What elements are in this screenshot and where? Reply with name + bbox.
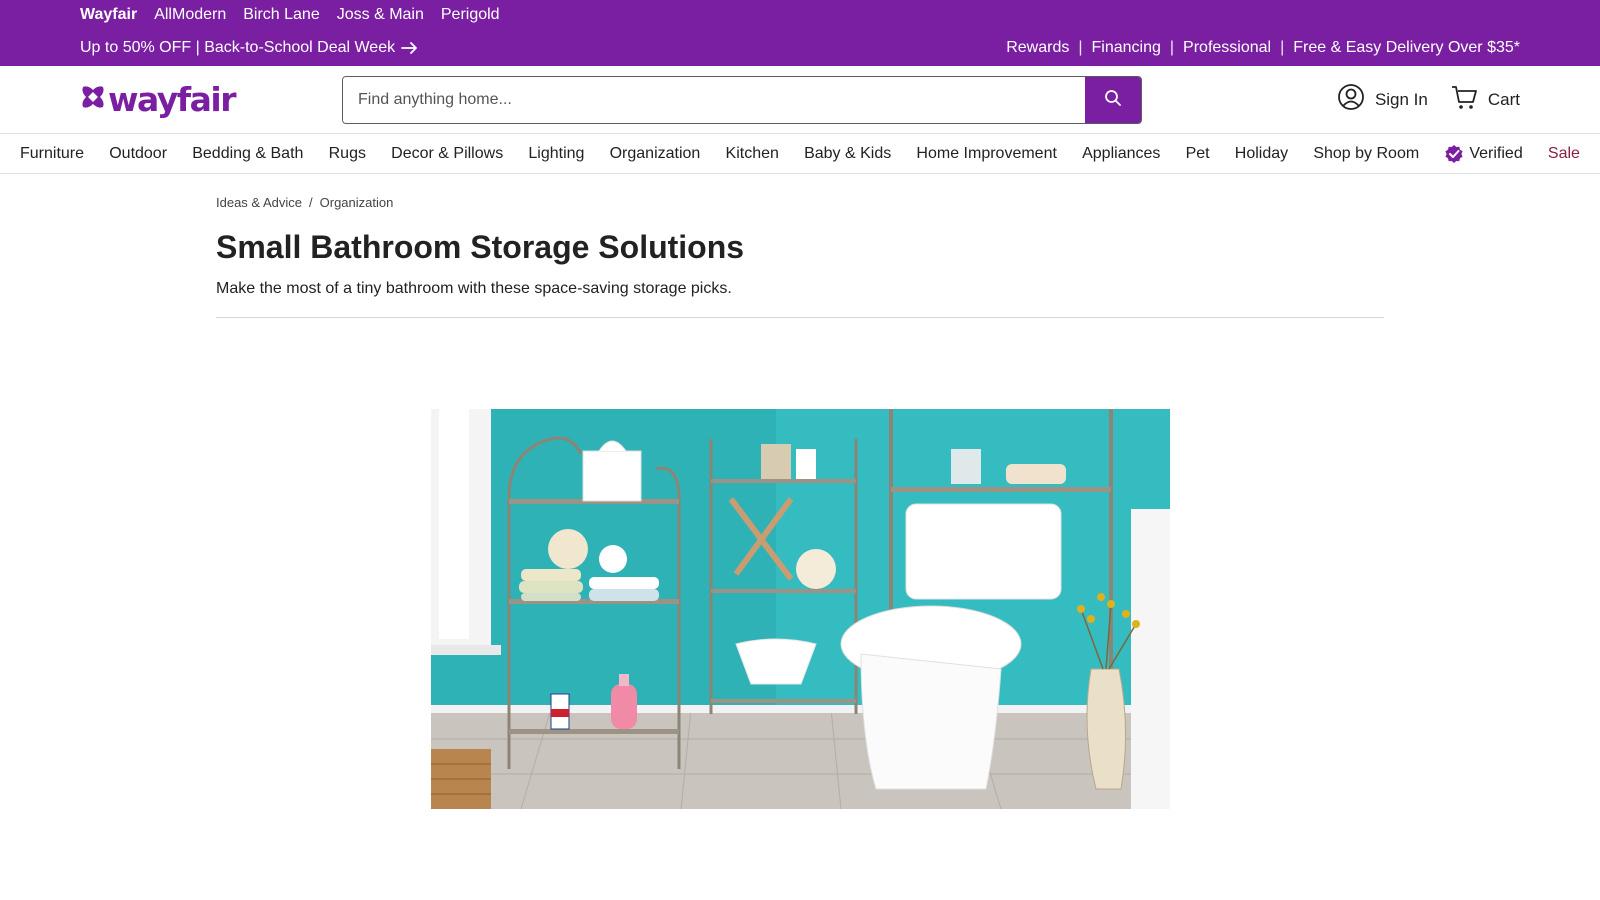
breadcrumb-separator: / — [309, 195, 313, 210]
utility-separator: | — [1078, 39, 1083, 56]
verified-badge-icon — [1444, 144, 1464, 164]
search-button[interactable] — [1085, 77, 1141, 123]
category-organization[interactable]: Organization — [610, 145, 701, 163]
hero-image — [431, 409, 1170, 809]
cart-button[interactable]: Cart — [1450, 83, 1520, 116]
page-subtitle: Make the most of a tiny bathroom with th… — [216, 280, 732, 297]
utility-links: Rewards | Financing | Professional | Fre… — [1006, 39, 1520, 57]
category-furniture[interactable]: Furniture — [20, 145, 84, 163]
category-verified-label: Verified — [1469, 145, 1523, 162]
category-rugs[interactable]: Rugs — [329, 145, 366, 163]
cart-icon — [1450, 83, 1478, 116]
title-divider — [216, 317, 1384, 318]
category-lighting[interactable]: Lighting — [528, 145, 584, 163]
brand-switcher: Wayfair AllModern Birch Lane Joss & Main… — [80, 6, 500, 24]
category-bedding-bath[interactable]: Bedding & Bath — [192, 145, 303, 163]
category-baby-kids[interactable]: Baby & Kids — [804, 145, 891, 163]
category-nav: Furniture Outdoor Bedding & Bath Rugs De… — [0, 135, 1600, 174]
category-appliances[interactable]: Appliances — [1082, 145, 1160, 163]
brand-link-birch-lane[interactable]: Birch Lane — [243, 6, 320, 24]
utility-separator: | — [1169, 39, 1175, 56]
category-pet[interactable]: Pet — [1186, 145, 1210, 163]
breadcrumb-ideas-advice[interactable]: Ideas & Advice — [216, 195, 302, 210]
category-decor-pillows[interactable]: Decor & Pillows — [391, 145, 503, 163]
category-home-improvement[interactable]: Home Improvement — [916, 145, 1057, 163]
brand-link-allmodern[interactable]: AllModern — [154, 6, 226, 24]
wayfair-logo-icon — [80, 84, 106, 115]
brand-link-joss-main[interactable]: Joss & Main — [337, 6, 424, 24]
top-bar: Wayfair AllModern Birch Lane Joss & Main… — [0, 0, 1600, 66]
promo-link[interactable]: Up to 50% OFF | Back-to-School Deal Week — [80, 39, 419, 57]
user-icon — [1337, 83, 1365, 116]
rewards-link[interactable]: Rewards — [1006, 39, 1069, 57]
breadcrumb-organization[interactable]: Organization — [320, 195, 394, 210]
breadcrumb: Ideas & Advice / Organization — [216, 195, 393, 210]
free-delivery-link[interactable]: Free & Easy Delivery Over $35* — [1293, 39, 1520, 57]
utility-separator: | — [1280, 39, 1285, 56]
category-holiday[interactable]: Holiday — [1235, 145, 1288, 163]
site-header: wayfair Sign In Cart — [0, 66, 1600, 134]
search-input[interactable] — [343, 77, 1085, 123]
wayfair-logo[interactable]: wayfair — [80, 80, 236, 119]
category-kitchen[interactable]: Kitchen — [726, 145, 779, 163]
arrow-right-icon — [401, 41, 419, 55]
financing-link[interactable]: Financing — [1092, 39, 1161, 57]
category-outdoor[interactable]: Outdoor — [109, 145, 167, 163]
category-sale[interactable]: Sale — [1548, 145, 1580, 163]
brand-link-wayfair[interactable]: Wayfair — [80, 6, 137, 24]
sign-in-button[interactable]: Sign In — [1337, 83, 1428, 116]
promo-text: Up to 50% OFF | Back-to-School Deal Week — [80, 39, 396, 56]
brand-link-perigold[interactable]: Perigold — [441, 6, 500, 24]
professional-link[interactable]: Professional — [1183, 39, 1271, 57]
account-area: Sign In Cart — [1337, 83, 1520, 116]
category-verified[interactable]: Verified — [1444, 144, 1523, 164]
search-icon — [1104, 89, 1122, 112]
cart-label: Cart — [1487, 89, 1520, 109]
search-bar — [342, 76, 1142, 124]
logo-wordmark: wayfair — [108, 80, 236, 119]
page-title: Small Bathroom Storage Solutions — [216, 229, 745, 265]
category-shop-by-room[interactable]: Shop by Room — [1313, 145, 1419, 163]
sign-in-label: Sign In — [1374, 89, 1428, 109]
